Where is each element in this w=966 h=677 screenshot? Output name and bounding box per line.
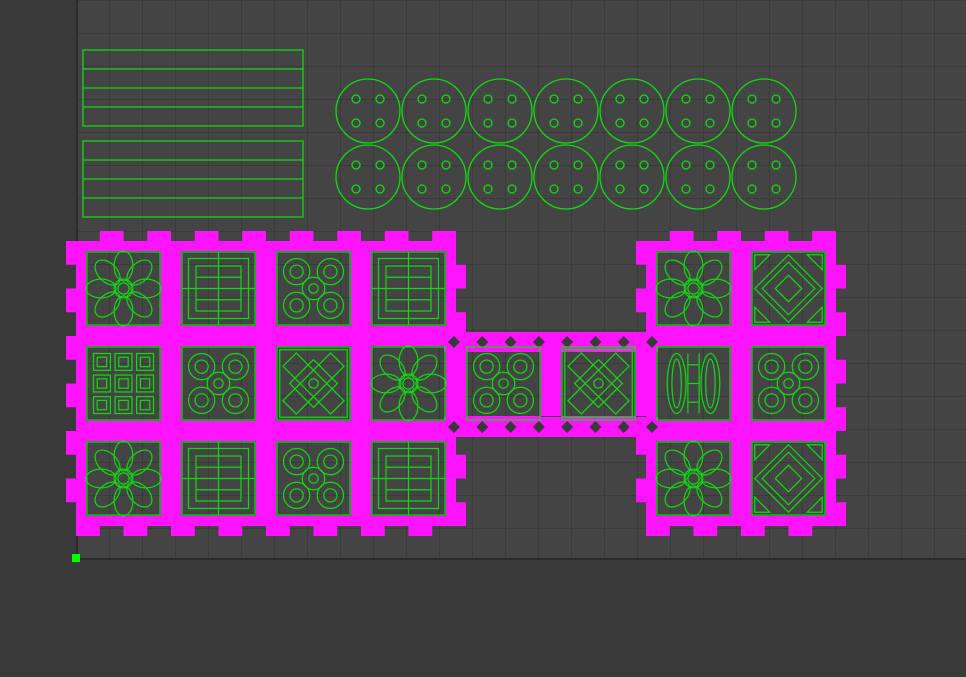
button-piece[interactable] [732,79,796,143]
tile-diamond8[interactable] [752,442,825,515]
board-bridge[interactable] [456,346,646,421]
tile-leaves[interactable] [657,347,730,420]
tile-maze[interactable] [372,442,445,515]
tile-maze[interactable] [182,252,255,325]
button-piece[interactable] [534,79,598,143]
strip-b[interactable] [83,141,303,217]
tile-rings[interactable] [752,347,825,420]
button-piece[interactable] [666,145,730,209]
button-piece[interactable] [468,145,532,209]
tile-maze[interactable] [182,442,255,515]
tile-flower[interactable] [86,441,161,516]
tile-rings[interactable] [277,442,350,515]
button-piece[interactable] [402,145,466,209]
tile-cross[interactable] [551,336,646,431]
button-piece[interactable] [534,145,598,209]
tile-grid9[interactable] [87,347,160,420]
button-piece[interactable] [600,145,664,209]
button-piece[interactable] [336,145,400,209]
button-piece[interactable] [600,79,664,143]
tile-rings[interactable] [467,347,540,420]
button-piece[interactable] [732,145,796,209]
button-piece[interactable] [468,79,532,143]
button-piece[interactable] [402,79,466,143]
tile-diamond8[interactable] [752,252,825,325]
tile-flower[interactable] [371,346,446,421]
button-piece[interactable] [336,79,400,143]
button-piece-grid[interactable] [336,79,796,209]
game-board[interactable] [66,231,846,536]
viewport [0,0,966,677]
design-objects-layer[interactable] [0,0,966,677]
tile-flower[interactable] [86,251,161,326]
tile-rings[interactable] [182,347,255,420]
tile-cross[interactable] [266,336,361,431]
tile-flower[interactable] [656,441,731,516]
strip-a[interactable] [83,50,303,126]
tile-maze[interactable] [372,252,445,325]
tile-rings[interactable] [277,252,350,325]
button-piece[interactable] [666,79,730,143]
tile-flower[interactable] [656,251,731,326]
